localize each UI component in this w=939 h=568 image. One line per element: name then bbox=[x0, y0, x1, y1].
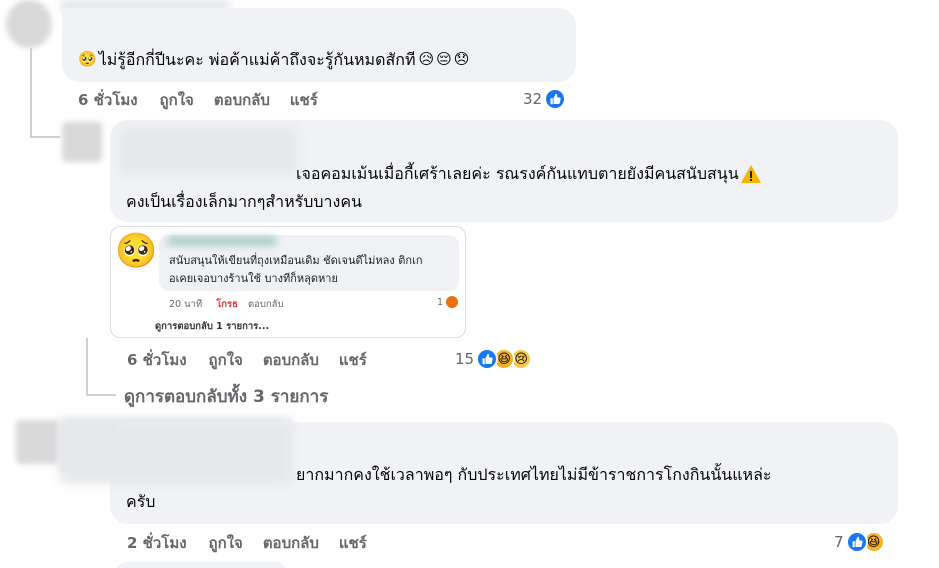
comment-time[interactable]: 6 ชั่วโมง bbox=[78, 88, 138, 112]
reply-actions: 6 ชั่วโมง ถูกใจ ตอบกลับ แชร์ bbox=[127, 349, 367, 371]
comment-text-row: 🥺 ไม่รู้อีกกี่ปีนะคะ พ่อค้าแม่ค้าถึงจะรู… bbox=[78, 46, 469, 73]
avatar[interactable] bbox=[6, 0, 52, 48]
view-all-replies-link[interactable]: ดูการตอบกลับทั้ง 3 รายการ bbox=[124, 383, 328, 410]
like-reaction-icon bbox=[544, 88, 567, 110]
sad-face-icon: 😥 bbox=[418, 50, 435, 68]
thread-line bbox=[30, 48, 32, 138]
reaction-summary[interactable]: 32 bbox=[523, 88, 567, 110]
reply-text-line1: เจอคอมเม้นเมื่อกี้เศร้าเลยค่ะ รณรงค์กันแ… bbox=[296, 160, 762, 187]
reply-time[interactable]: 6 ชั่วโมง bbox=[127, 348, 187, 372]
reply-button[interactable]: ตอบกลับ bbox=[214, 88, 270, 112]
comment-actions: 2 ชั่วโมง ถูกใจ ตอบกลับ แชร์ bbox=[127, 532, 367, 554]
like-reaction-icon bbox=[845, 531, 868, 553]
reply-button[interactable]: ตอบกลับ bbox=[263, 348, 319, 372]
screenshot-reaction: 1 bbox=[437, 296, 459, 308]
screenshot-avatar-emoji-icon: 🥺 bbox=[115, 231, 158, 271]
reaction-summary[interactable]: 15 😆 😢 bbox=[455, 348, 533, 370]
angry-reaction-icon bbox=[446, 296, 459, 308]
reply-text-line2: คงเป็นเรื่องเล็กมากๆสำหรับบางคน bbox=[126, 192, 362, 211]
like-reaction-icon bbox=[476, 348, 499, 370]
screenshot-text-line1: สนับสนุนให้เขียนที่ถุงเหมือนเดิม ชัดเจนด… bbox=[169, 254, 423, 267]
screenshot-actions: 20 นาที โกรธ ตอบกลับ bbox=[169, 297, 283, 312]
thread-line-branch bbox=[86, 394, 116, 396]
next-comment-bubble bbox=[116, 562, 286, 568]
screenshot-reaction-count: 1 bbox=[437, 296, 444, 308]
reply-text: เจอคอมเม้นเมื่อกี้เศร้าเลยค่ะ รณรงค์กันแ… bbox=[296, 164, 739, 183]
avatar[interactable] bbox=[16, 420, 60, 464]
reaction-count: 7 bbox=[834, 533, 844, 551]
pleading-face-icon: 🥺 bbox=[78, 50, 97, 68]
thread-line bbox=[86, 338, 88, 396]
screenshot-like: โกรธ bbox=[216, 299, 238, 310]
screenshot-time: 20 นาที bbox=[169, 299, 203, 310]
screenshot-view-replies: ดูการตอบกลับ 1 รายการ... bbox=[155, 321, 270, 332]
reply-name-overlay bbox=[118, 126, 298, 174]
comment-text-line1: ยากมากคงใช้เวลาพอๆ กับประเทศไทยไม่มีข้าร… bbox=[296, 465, 772, 484]
pensive-face-icon: 😔 bbox=[436, 50, 452, 68]
comment-name-overlay bbox=[60, 422, 292, 484]
share-button[interactable]: แชร์ bbox=[339, 531, 367, 555]
reaction-summary[interactable]: 7 😆 bbox=[834, 531, 885, 553]
reply-avatar[interactable] bbox=[62, 122, 102, 162]
like-button[interactable]: ถูกใจ bbox=[209, 348, 243, 372]
thread-line-branch bbox=[30, 136, 60, 138]
screenshot-text-line2: อเคยเจอบางร้านใช้ บางทีก็หลุดหาย bbox=[169, 272, 338, 285]
reaction-count: 32 bbox=[523, 90, 543, 108]
warning-icon bbox=[740, 164, 762, 184]
comment-text: ไม่รู้อีกกี่ปีนะคะ พ่อค้าแม่ค้าถึงจะรู้ก… bbox=[98, 50, 416, 69]
share-button[interactable]: แชร์ bbox=[290, 88, 318, 112]
share-button[interactable]: แชร์ bbox=[339, 348, 367, 372]
reaction-count: 15 bbox=[455, 350, 475, 368]
screenshot-name-blurred bbox=[167, 237, 277, 245]
comment-time[interactable]: 2 ชั่วโมง bbox=[127, 531, 187, 555]
reply-button[interactable]: ตอบกลับ bbox=[263, 531, 319, 555]
attached-screenshot[interactable]: 🥺 สนับสนุนให้เขียนที่ถุงเหมือนเดิม ชัดเจ… bbox=[110, 226, 466, 338]
comment-actions: 6 ชั่วโมง ถูกใจ ตอบกลับ แชร์ bbox=[78, 89, 318, 111]
disappointed-face-icon: 😞 bbox=[453, 50, 470, 68]
comment-text-line2: ครับ bbox=[126, 492, 156, 511]
like-button[interactable]: ถูกใจ bbox=[160, 88, 194, 112]
like-button[interactable]: ถูกใจ bbox=[209, 531, 243, 555]
screenshot-reply: ตอบกลับ bbox=[247, 299, 284, 310]
